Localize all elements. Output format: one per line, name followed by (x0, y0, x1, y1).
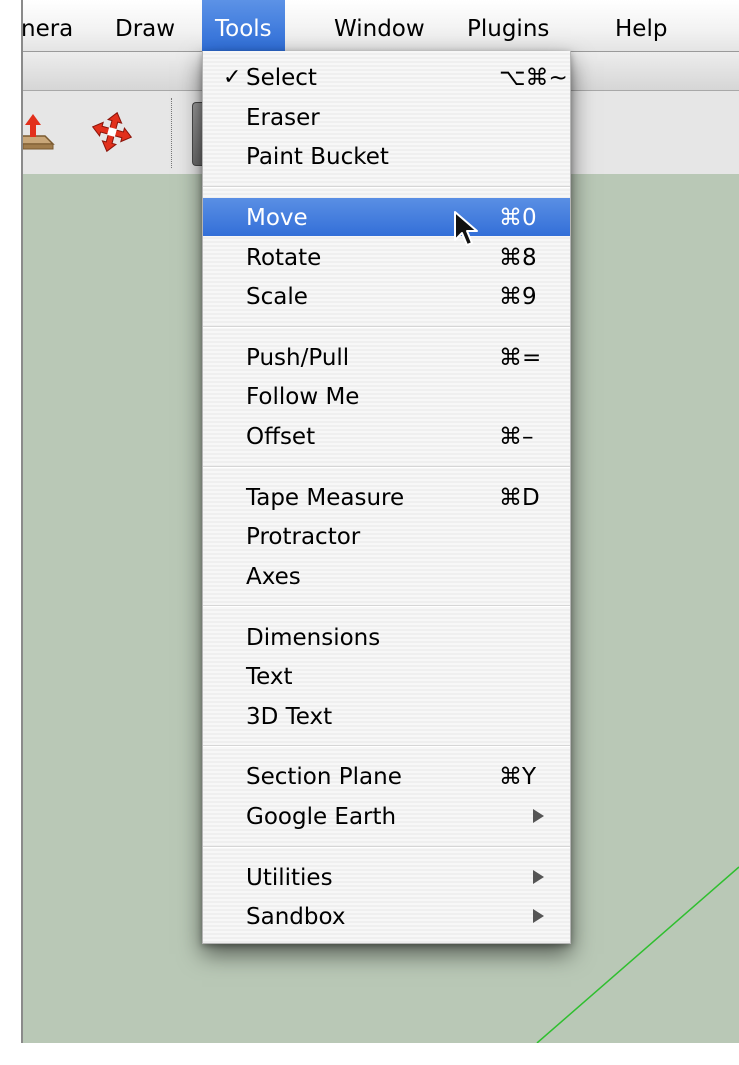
menu-item-label: Select (246, 65, 317, 91)
menu-item-text[interactable]: Text (203, 657, 570, 695)
move-icon (91, 111, 133, 153)
menu-plugins[interactable]: Plugins (454, 0, 562, 51)
menu-tools[interactable]: Tools (202, 0, 285, 51)
checkmark-icon: ✓ (223, 65, 242, 90)
menu-item-tape-measure[interactable]: Tape Measure ⌘D (203, 478, 570, 516)
menu-item-paint-bucket[interactable]: Paint Bucket (203, 137, 570, 175)
menu-item-label: Utilities (246, 865, 333, 891)
menu-window[interactable]: Window (321, 0, 438, 51)
push-pull-tool-button[interactable] (21, 110, 59, 154)
window-edge (21, 0, 23, 1043)
toolbar-separator (171, 98, 172, 168)
tools-dropdown-menu: ✓ Select ⌥⌘~ Eraser Paint Bucket Move ⌘0… (202, 51, 571, 944)
menu-camera[interactable]: nera (21, 0, 86, 51)
menu-item-label: Scale (246, 284, 308, 310)
menu-item-3d-text[interactable]: 3D Text (203, 697, 570, 735)
menu-item-scale[interactable]: Scale ⌘9 (203, 277, 570, 315)
menu-item-offset[interactable]: Offset ⌘– (203, 417, 570, 455)
menu-bar: nera Draw Tools Window Plugins Help (21, 0, 739, 52)
menu-item-label: Rotate (246, 245, 322, 271)
menu-item-push-pull[interactable]: Push/Pull ⌘= (203, 338, 570, 376)
menu-item-eraser[interactable]: Eraser (203, 98, 570, 136)
menu-item-section-plane[interactable]: Section Plane ⌘Y (203, 757, 570, 795)
shortcut-label: ⌘D (499, 485, 540, 511)
menu-item-protractor[interactable]: Protractor (203, 517, 570, 555)
menu-item-dimensions[interactable]: Dimensions (203, 618, 570, 656)
menu-item-label: Sandbox (246, 904, 346, 930)
menu-item-label: 3D Text (246, 704, 333, 730)
shortcut-label: ⌘8 (499, 245, 537, 271)
push-pull-icon (21, 114, 55, 150)
submenu-arrow-icon (533, 909, 544, 923)
menu-item-label: Offset (246, 424, 316, 450)
menu-divider (203, 466, 570, 468)
menu-item-follow-me[interactable]: Follow Me (203, 377, 570, 415)
menu-item-label: Eraser (246, 105, 320, 131)
menu-divider (203, 846, 570, 848)
menu-item-label: Move (246, 205, 308, 231)
menu-item-label: Dimensions (246, 625, 381, 651)
menu-item-label: Protractor (246, 524, 361, 550)
menu-item-utilities[interactable]: Utilities (203, 858, 570, 896)
menu-item-label: Section Plane (246, 764, 402, 790)
menu-divider (203, 186, 570, 188)
submenu-arrow-icon (533, 870, 544, 884)
menu-item-rotate[interactable]: Rotate ⌘8 (203, 238, 570, 276)
menu-item-sandbox[interactable]: Sandbox (203, 897, 570, 935)
menu-item-label: Follow Me (246, 384, 360, 410)
menu-divider (203, 326, 570, 328)
menu-item-label: Push/Pull (246, 345, 350, 371)
menu-item-axes[interactable]: Axes (203, 557, 570, 595)
menu-divider (203, 745, 570, 747)
menu-item-select[interactable]: ✓ Select ⌥⌘~ (203, 58, 570, 96)
shortcut-label: ⌘– (499, 424, 534, 450)
shortcut-label: ⌘Y (499, 764, 537, 790)
menu-divider (203, 605, 570, 607)
mouse-pointer-icon (454, 211, 478, 246)
shortcut-label: ⌘9 (499, 284, 537, 310)
menu-item-label: Google Earth (246, 804, 397, 830)
menu-item-label: Axes (246, 564, 301, 590)
menu-item-label: Text (246, 664, 293, 690)
menu-draw[interactable]: Draw (102, 0, 188, 51)
menu-item-label: Tape Measure (246, 485, 405, 511)
move-tool-button[interactable] (90, 110, 134, 154)
menu-item-google-earth[interactable]: Google Earth (203, 797, 570, 835)
shortcut-label: ⌘0 (499, 205, 537, 231)
shortcut-label: ⌘= (499, 345, 542, 371)
menu-item-move[interactable]: Move ⌘0 (203, 198, 570, 236)
menu-help[interactable]: Help (602, 0, 680, 51)
menu-item-label: Paint Bucket (246, 144, 389, 170)
submenu-arrow-icon (533, 809, 544, 823)
shortcut-label: ⌥⌘~ (499, 65, 568, 91)
